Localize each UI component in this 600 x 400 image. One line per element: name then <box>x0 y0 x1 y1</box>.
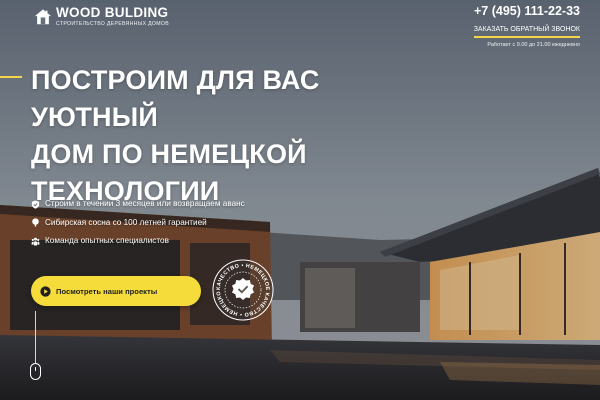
view-projects-label: Посмотреть наши проекты <box>56 286 158 296</box>
header-contact: +7 (495) 111-22-33 ЗАКАЗАТЬ ОБРАТНЫЙ ЗВО… <box>473 4 580 49</box>
headline-line: ДОМ ПО НЕМЕЦКОЙ <box>31 139 307 169</box>
headline-line: ПОСТРОИМ ДЛЯ ВАС УЮТНЫЙ <box>31 65 320 132</box>
feature-text: Строим в течении 3 месяцев или возвращае… <box>45 199 245 208</box>
feature-text: Команда опытных специалистов <box>45 236 169 245</box>
tree-icon <box>32 218 39 227</box>
logo-subtitle: СТРОИТЕЛЬСТВО ДЕРЕВЯННЫХ ДОМОВ <box>56 21 169 27</box>
callback-link[interactable]: ЗАКАЗАТЬ ОБРАТНЫЙ ЗВОНОК <box>473 25 580 38</box>
logo[interactable]: WOOD BULDING СТРОИТЕЛЬСТВО ДЕРЕВЯННЫХ ДО… <box>34 6 169 28</box>
logo-title: WOOD BULDING <box>56 5 169 20</box>
house-icon <box>34 9 52 25</box>
feature-list: Строим в течении 3 месяцев или возвращае… <box>31 199 245 255</box>
shield-icon <box>31 199 40 209</box>
play-icon <box>40 285 51 297</box>
feature-item: Строим в течении 3 месяцев или возвращае… <box>31 199 245 209</box>
scroll-line <box>35 311 36 363</box>
quality-seal: КАЧЕСТВО • НЕМЕЦКОЕ КАЧЕСТВО • НЕМЕЦКОЕ <box>211 258 274 321</box>
scroll-down-mouse-icon[interactable] <box>30 363 41 380</box>
feature-item: Команда опытных специалистов <box>31 236 245 246</box>
feature-text: Сибирская сосна со 100 летней гарантией <box>45 217 207 227</box>
phone-number[interactable]: +7 (495) 111-22-33 <box>474 4 580 18</box>
feature-item: Сибирская сосна со 100 летней гарантией <box>31 218 245 228</box>
working-hours: Работает с 9.00 до 21.00 ежедневно <box>487 42 580 48</box>
team-icon <box>31 237 40 246</box>
accent-line <box>0 76 22 78</box>
hero-headline: ПОСТРОИМ ДЛЯ ВАС УЮТНЫЙ ДОМ ПО НЕМЕЦКОЙ … <box>31 62 451 210</box>
view-projects-button[interactable]: Посмотреть наши проекты <box>31 276 201 306</box>
